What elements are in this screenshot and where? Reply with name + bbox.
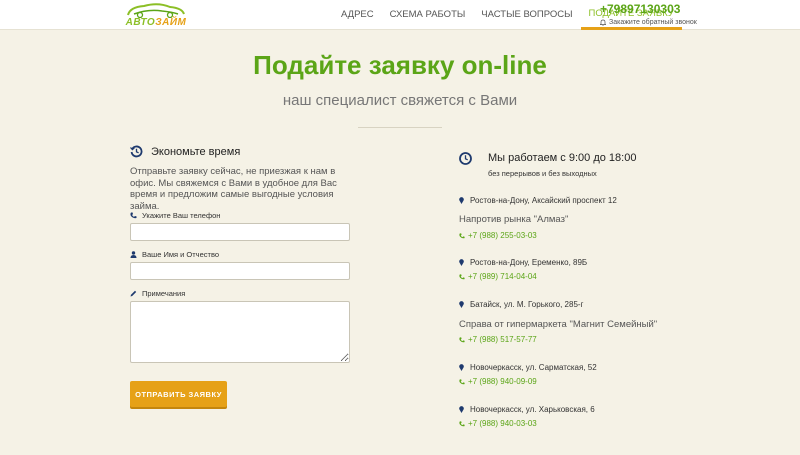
- name-input[interactable]: [130, 262, 350, 280]
- phone-field-label: Укажите Ваш телефон: [130, 211, 220, 220]
- location-address: Новочеркасск, ул. Сарматская, 52: [459, 363, 597, 372]
- location-note: Напротив рынка "Алмаз": [459, 214, 569, 225]
- pencil-icon: [130, 290, 137, 297]
- notes-field-label: Примечания: [130, 289, 185, 298]
- phone-icon: [459, 273, 465, 279]
- map-pin-icon: [459, 197, 464, 204]
- location-phone[interactable]: +7 (988) 255-03-03: [459, 231, 537, 240]
- phone-icon: [459, 420, 465, 426]
- submit-button[interactable]: Отправить заявку: [130, 381, 227, 407]
- hours-title: Мы работаем с 9:00 до 18:00: [488, 152, 637, 164]
- clock-icon: [459, 152, 472, 165]
- nav-item-scheme[interactable]: Схема работы: [382, 0, 474, 30]
- location-note: Справа от гипермаркета "Магнит Семейный": [459, 319, 658, 330]
- header-contact: +79897130303 Закажите обратный звонок: [600, 2, 697, 26]
- header-phone[interactable]: +79897130303: [600, 2, 697, 16]
- user-icon: [130, 251, 137, 258]
- form-heading: Экономьте время: [130, 145, 240, 158]
- clock-rewind-icon: [130, 145, 143, 158]
- callback-link[interactable]: Закажите обратный звонок: [600, 19, 697, 26]
- logo[interactable]: АВТОЗАЙМ: [120, 2, 192, 28]
- phone-icon: [459, 232, 465, 238]
- phone-icon: [130, 212, 137, 219]
- phone-input[interactable]: [130, 223, 350, 241]
- location-phone[interactable]: +7 (988) 940-09-09: [459, 377, 537, 386]
- form-heading-title: Экономьте время: [151, 145, 241, 158]
- car-logo-icon: [127, 3, 185, 18]
- location-phone[interactable]: +7 (988) 517-57-77: [459, 335, 537, 344]
- map-pin-icon: [459, 301, 464, 308]
- page-subtitle: наш специалист свяжется с Вами: [282, 92, 518, 109]
- map-pin-icon: [459, 406, 464, 413]
- divider: [358, 127, 442, 128]
- map-pin-icon: [459, 364, 464, 371]
- location-address: Батайск, ул. М. Горького, 285-г: [459, 300, 583, 309]
- logo-text: АВТОЗАЙМ: [125, 17, 187, 28]
- notes-textarea[interactable]: [130, 301, 350, 363]
- location-phone[interactable]: +7 (989) 714-04-04: [459, 272, 537, 281]
- hours-subtitle: без перерывов и без выходных: [488, 169, 597, 178]
- callback-label: Закажите обратный звонок: [609, 19, 697, 26]
- nav-item-address[interactable]: Адрес: [333, 0, 382, 30]
- page-title: Подайте заявку on-line: [253, 50, 547, 80]
- bell-icon: [600, 19, 606, 26]
- location-address: Новочеркасск, ул. Харьковская, 6: [459, 405, 595, 414]
- form-description: Отправьте заявку сейчас, не приезжая к н…: [130, 166, 337, 212]
- name-field-label: Ваше Имя и Отчество: [130, 250, 219, 259]
- location-address: Ростов-на-Дону, Еременко, 89Б: [459, 258, 587, 267]
- site-header: АВТОЗАЙМ Адрес Схема работы Частые вопро…: [0, 0, 800, 30]
- phone-icon: [459, 336, 465, 342]
- map-pin-icon: [459, 259, 464, 266]
- location-address: Ростов-на-Дону, Аксайский проспект 12: [459, 196, 617, 205]
- phone-icon: [459, 378, 465, 384]
- location-phone[interactable]: +7 (988) 940-03-03: [459, 419, 537, 428]
- nav-item-faq[interactable]: Частые вопросы: [473, 0, 580, 30]
